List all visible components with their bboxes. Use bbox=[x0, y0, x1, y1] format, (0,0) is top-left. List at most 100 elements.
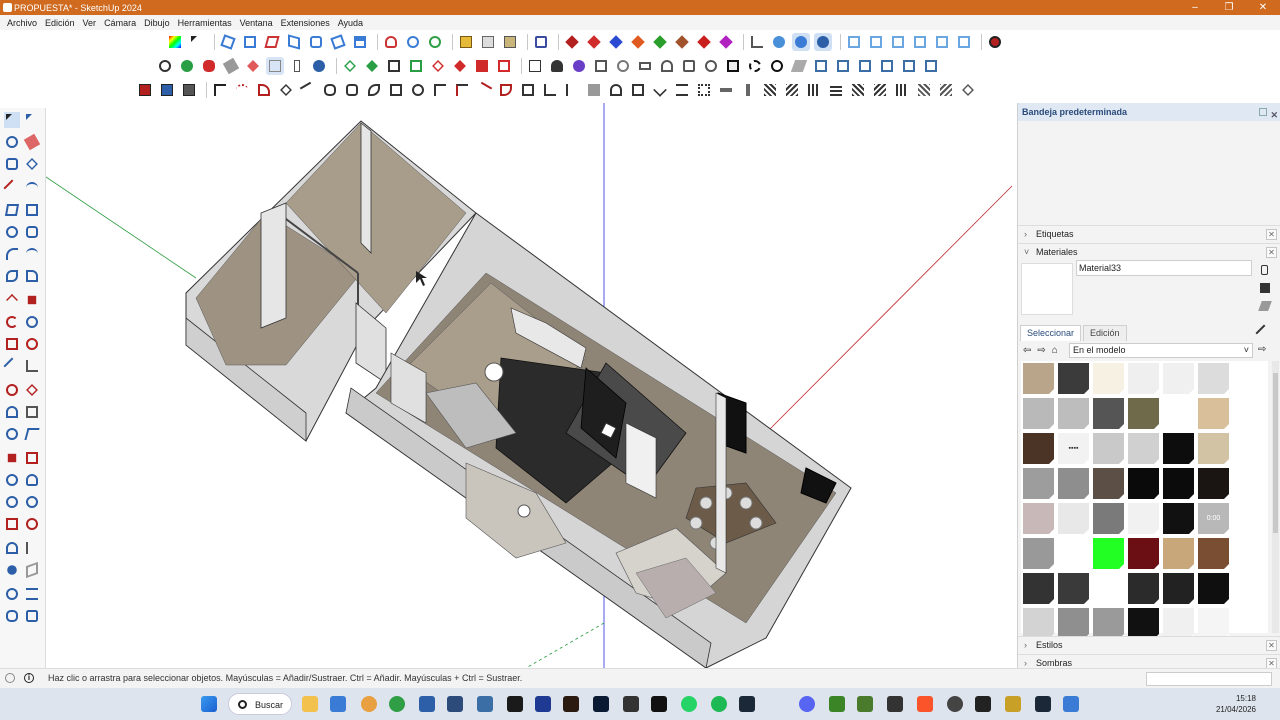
menu-ventana[interactable]: Ventana bbox=[240, 18, 273, 28]
material-shape-icon[interactable] bbox=[1258, 299, 1272, 313]
3d-text-tool-icon[interactable] bbox=[24, 426, 40, 442]
info-icon[interactable]: i bbox=[24, 673, 34, 683]
material-swatch[interactable] bbox=[1023, 468, 1054, 499]
material-swatch[interactable] bbox=[1058, 363, 1089, 394]
material-swatch[interactable] bbox=[1163, 608, 1194, 639]
dynamic-4-icon[interactable] bbox=[878, 57, 896, 75]
steam-icon[interactable] bbox=[739, 696, 755, 712]
section-etiquetas[interactable]: › Etiquetas ✕ bbox=[1018, 225, 1280, 242]
tray-close-icon[interactable]: ✕ bbox=[1270, 106, 1278, 124]
section-cut-icon[interactable] bbox=[563, 33, 581, 51]
material-swatch[interactable] bbox=[1163, 398, 1194, 429]
material-swatch[interactable] bbox=[1128, 608, 1159, 639]
push-pull-tool-icon[interactable] bbox=[24, 292, 40, 308]
outliner-icon[interactable] bbox=[266, 57, 284, 75]
views-top-icon[interactable] bbox=[241, 33, 259, 51]
stripes-2-icon[interactable] bbox=[783, 81, 801, 99]
arc-3pt-tool-icon[interactable] bbox=[4, 268, 20, 284]
menu-archivo[interactable]: Archivo bbox=[7, 18, 37, 28]
material-swatch[interactable] bbox=[1058, 398, 1089, 429]
material-swatch[interactable] bbox=[1058, 608, 1089, 639]
material-swatch[interactable] bbox=[1058, 538, 1089, 569]
roof-tool-icon[interactable] bbox=[651, 81, 669, 99]
material-swatch[interactable] bbox=[1093, 398, 1124, 429]
material-swatch[interactable] bbox=[1058, 468, 1089, 499]
protractor-tool-icon[interactable] bbox=[4, 404, 20, 420]
backedges-icon[interactable] bbox=[404, 33, 422, 51]
sketchup-layout-icon[interactable] bbox=[419, 696, 435, 712]
photoshop-icon[interactable] bbox=[593, 696, 609, 712]
eraser-alt-icon[interactable] bbox=[24, 156, 40, 172]
offset-tool-icon[interactable] bbox=[24, 336, 40, 352]
capcut-icon[interactable] bbox=[651, 696, 667, 712]
material-swatch[interactable] bbox=[1023, 538, 1054, 569]
fillet-tool-icon[interactable] bbox=[255, 81, 273, 99]
style-builder-icon[interactable] bbox=[477, 696, 493, 712]
autocad-icon[interactable] bbox=[507, 696, 523, 712]
views-front-icon[interactable] bbox=[263, 33, 281, 51]
section-materiales[interactable]: ˅ Materiales ✕ bbox=[1018, 243, 1280, 260]
line-tool-icon[interactable] bbox=[211, 81, 229, 99]
active-sketchup-icon[interactable] bbox=[1005, 696, 1021, 712]
wall-tool-icon[interactable] bbox=[585, 81, 603, 99]
stripes-8-icon[interactable] bbox=[915, 81, 933, 99]
dimension-tool-icon[interactable] bbox=[24, 382, 40, 398]
material-swatch[interactable] bbox=[1128, 363, 1159, 394]
window-tool-icon[interactable] bbox=[629, 81, 647, 99]
text-tool-icon[interactable] bbox=[24, 404, 40, 420]
rotated-rect-tool-icon[interactable] bbox=[24, 202, 40, 218]
material-swatch[interactable]: ▪▪▪▪ bbox=[1058, 433, 1089, 464]
stripes-3-icon[interactable] bbox=[805, 81, 823, 99]
close-button[interactable]: ✕ bbox=[1246, 0, 1280, 15]
layout-4-icon[interactable] bbox=[911, 33, 929, 51]
views-back-icon[interactable] bbox=[307, 33, 325, 51]
back-icon[interactable]: ⇦ bbox=[1023, 345, 1031, 356]
material-swatch[interactable] bbox=[1128, 573, 1159, 604]
material-swatch[interactable] bbox=[1128, 538, 1159, 569]
material-swatch[interactable] bbox=[1093, 363, 1124, 394]
tray-pin-icon[interactable] bbox=[1259, 108, 1267, 116]
rectangle-tool-icon[interactable] bbox=[4, 202, 20, 218]
layout-1-icon[interactable] bbox=[845, 33, 863, 51]
tab-edicion[interactable]: Edición bbox=[1083, 325, 1127, 341]
diamond-outline-icon[interactable] bbox=[959, 81, 977, 99]
blue-x-icon[interactable] bbox=[158, 81, 176, 99]
sandbox-smoove-icon[interactable] bbox=[4, 608, 20, 624]
views-bottom-icon[interactable] bbox=[351, 33, 369, 51]
array-tool-icon[interactable] bbox=[519, 81, 537, 99]
snap-tool-icon[interactable] bbox=[277, 81, 295, 99]
material-swatch[interactable] bbox=[1128, 468, 1159, 499]
material-swatch[interactable] bbox=[1023, 398, 1054, 429]
material-swatch[interactable] bbox=[1023, 608, 1054, 639]
dynamic-1-icon[interactable] bbox=[812, 57, 830, 75]
eraser-icon[interactable] bbox=[222, 57, 240, 75]
material-swatch[interactable] bbox=[1198, 433, 1229, 464]
red-diamond-icon[interactable] bbox=[429, 57, 447, 75]
dynamic-6-icon[interactable] bbox=[922, 57, 940, 75]
follow-me-tool-icon[interactable] bbox=[24, 314, 40, 330]
home-icon[interactable]: ⌂ bbox=[1052, 345, 1058, 356]
material-swatch[interactable] bbox=[1198, 538, 1229, 569]
section-estilos[interactable]: › Estilos ✕ bbox=[1018, 636, 1280, 653]
look-around-tool-icon[interactable] bbox=[4, 562, 20, 578]
menu-camara[interactable]: Cámara bbox=[104, 18, 136, 28]
xray-icon[interactable] bbox=[382, 33, 400, 51]
column-tool-icon[interactable] bbox=[739, 81, 757, 99]
corner-tool-icon[interactable] bbox=[431, 81, 449, 99]
eyedropper-icon[interactable] bbox=[1255, 324, 1273, 342]
sandbox-stamp-icon[interactable] bbox=[24, 608, 40, 624]
dynamic-3-icon[interactable] bbox=[856, 57, 874, 75]
rail-tool-icon[interactable] bbox=[563, 81, 581, 99]
views-left-icon[interactable] bbox=[329, 33, 347, 51]
forward-icon[interactable]: ⇨ bbox=[1037, 345, 1045, 356]
walk-tool-icon[interactable] bbox=[24, 540, 40, 556]
sketchup-icon[interactable] bbox=[447, 696, 463, 712]
whatsapp-icon[interactable] bbox=[681, 696, 697, 712]
section-orange-icon[interactable] bbox=[629, 33, 647, 51]
material-swatch[interactable] bbox=[1163, 538, 1194, 569]
arc-icon[interactable] bbox=[658, 57, 676, 75]
wireframe-icon[interactable] bbox=[426, 33, 444, 51]
menu-herramientas[interactable]: Herramientas bbox=[178, 18, 232, 28]
file-explorer-icon[interactable] bbox=[302, 696, 318, 712]
cube-outline-icon[interactable] bbox=[592, 57, 610, 75]
